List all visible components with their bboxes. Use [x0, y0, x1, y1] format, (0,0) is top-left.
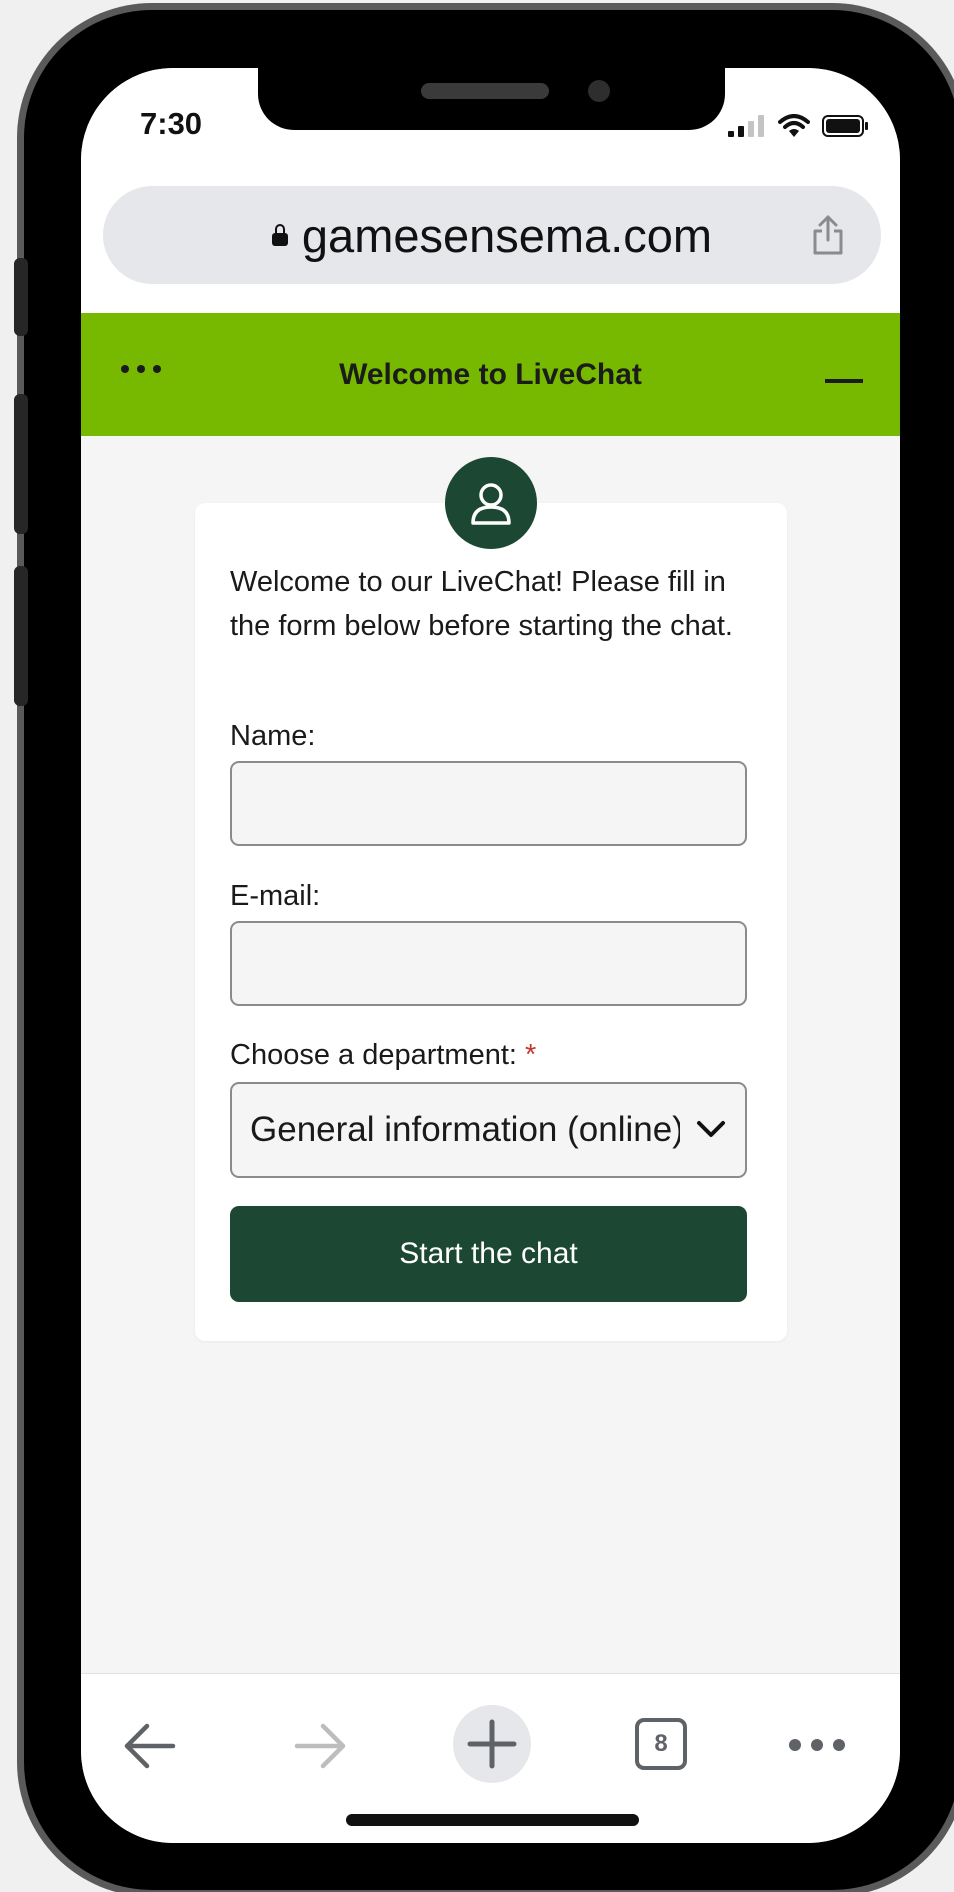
new-tab-plus-icon[interactable] — [452, 1704, 532, 1784]
status-time: 7:30 — [140, 106, 203, 141]
minimize-icon[interactable] — [825, 379, 863, 383]
name-input[interactable] — [230, 761, 747, 846]
speaker-grille — [421, 83, 549, 99]
tabs-icon[interactable]: 8 — [635, 1718, 687, 1770]
department-selected-value: General information (online) — [250, 1110, 680, 1149]
required-marker: * — [524, 1039, 537, 1071]
more-icon[interactable] — [787, 1737, 847, 1753]
form-intro-text: Welcome to our LiveChat! Please fill in … — [230, 566, 733, 642]
email-label: E-mail: — [230, 880, 321, 912]
signal-icon — [728, 115, 764, 137]
share-icon[interactable] — [811, 214, 845, 256]
front-camera — [588, 80, 610, 102]
volume-up-button — [14, 394, 28, 534]
volume-down-button — [14, 566, 28, 706]
start-chat-button[interactable]: Start the chat — [230, 1206, 747, 1302]
menu-dots-icon[interactable] — [121, 365, 161, 373]
phone-screen: 7:30 gamesensema.com Welcome to LiveChat… — [81, 68, 900, 1843]
email-input[interactable] — [230, 921, 747, 1006]
name-label: Name: — [230, 720, 316, 752]
url-text: gamesensema.com — [301, 209, 713, 262]
wifi-icon — [778, 114, 810, 137]
battery-icon — [822, 115, 868, 137]
address-bar[interactable]: gamesensema.com — [103, 186, 881, 284]
mute-switch — [14, 258, 28, 336]
url-display[interactable]: gamesensema.com — [103, 208, 881, 263]
department-select[interactable]: General information (online) — [230, 1082, 747, 1178]
department-label: Choose a department: * — [230, 1039, 536, 1072]
chevron-down-icon — [697, 1121, 725, 1137]
livechat-header: Welcome to LiveChat — [81, 313, 900, 436]
status-icons — [728, 114, 870, 138]
lock-icon — [271, 224, 288, 246]
phone-notch — [258, 68, 725, 130]
tab-count: 8 — [654, 1730, 668, 1757]
department-label-text: Choose a department: — [230, 1039, 517, 1071]
livechat-title: Welcome to LiveChat — [339, 357, 642, 391]
user-avatar-icon — [445, 457, 537, 549]
forward-arrow-icon[interactable] — [291, 1720, 349, 1772]
home-indicator[interactable] — [346, 1814, 639, 1826]
back-arrow-icon[interactable] — [121, 1720, 179, 1772]
